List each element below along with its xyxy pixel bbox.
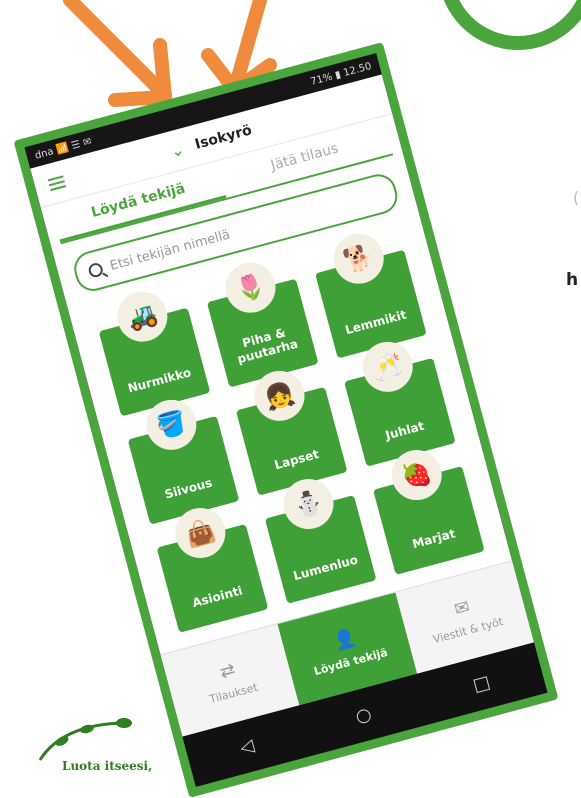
category-tile-juhlat[interactable]: 🥂 Juhlat — [344, 336, 456, 467]
partial-text-c: ( — [573, 188, 580, 207]
search-placeholder: Etsi tekijän nimellä — [108, 226, 232, 274]
home-icon[interactable]: ○ — [353, 703, 374, 727]
hamburger-menu-icon[interactable] — [47, 172, 67, 194]
logo-smile — [438, 0, 581, 50]
category-label: Asiointi — [190, 583, 244, 611]
category-label: Siivous — [163, 475, 214, 502]
category-tile-piha[interactable]: 🌷 Piha & puutarha — [206, 257, 319, 388]
nav-label: Tilaukset — [208, 680, 260, 707]
recents-icon[interactable]: □ — [470, 671, 492, 696]
category-tile-marjat[interactable]: 🍓 Marjat — [373, 444, 485, 575]
category-label: Juhlat — [383, 418, 426, 443]
mail-icon: ✉ — [452, 596, 473, 621]
category-label: Lumenluo — [291, 552, 360, 584]
category-tile-lapset[interactable]: 👧 Lapset — [235, 365, 348, 496]
category-label: Marjat — [410, 526, 457, 552]
swap-icon: ⇄ — [217, 659, 238, 684]
partial-text-h: h — [566, 270, 579, 290]
arrow-decoration-left — [63, 0, 173, 107]
lawnmower-icon: 🚜 — [111, 286, 173, 348]
category-tile-lemmikit[interactable]: 🐕 Lemmikit — [315, 228, 427, 359]
dog-icon: 🐕 — [328, 228, 390, 290]
nav-label: Löydä tekijä — [312, 645, 390, 679]
phone-frame: dna 📶 ☰ ✉ 71% ▮ 12.50 ⌄ Isokyrö Löydä te… — [13, 42, 559, 798]
category-tile-siivous[interactable]: 🪣 Siivous — [127, 394, 240, 525]
app-screen: ⌄ Isokyrö Löydä tekijä Jätä tilaus Etsi … — [30, 74, 535, 737]
person-icon: 👤 — [331, 626, 359, 653]
chevron-down-icon[interactable]: ⌄ — [168, 139, 186, 161]
wheelbarrow-icon: 🌷 — [219, 257, 282, 319]
slogan-text: Luota itseesi, — [62, 759, 153, 773]
back-icon[interactable]: ◁ — [238, 734, 257, 758]
category-label: Lapset — [272, 446, 321, 473]
category-tile-nurmikko[interactable]: 🚜 Nurmikko — [98, 286, 211, 417]
nav-label: Viestit & työt — [431, 614, 505, 647]
category-label: Piha & puutarha — [235, 325, 300, 367]
category-label: Nurmikko — [126, 365, 193, 396]
category-tile-asiointi[interactable]: 👜 Asiointi — [156, 502, 269, 633]
vine-icon — [38, 718, 132, 761]
location-name[interactable]: Isokyrö — [193, 122, 253, 152]
search-icon — [87, 261, 105, 279]
category-tile-lumenluo[interactable]: ⛄ Lumenluo — [264, 473, 377, 604]
slogan-logo: Luota itseesi, — [32, 715, 182, 791]
category-label: Lemmikit — [343, 307, 408, 338]
